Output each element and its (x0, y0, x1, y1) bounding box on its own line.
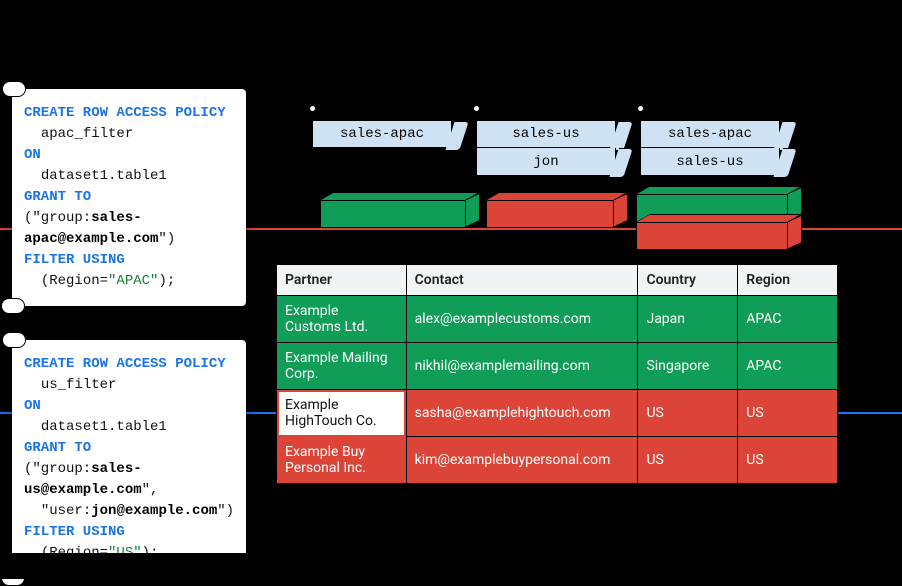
code-line: FILTER USING (24, 250, 236, 271)
flag-group-both: sales-apac sales-us (640, 120, 780, 176)
code-line: apac_filter (24, 124, 236, 145)
code-line: ("group:sales-apac@example.com") (24, 208, 236, 250)
code-line: us_filter (24, 375, 236, 396)
view-slab-us-jon (486, 200, 614, 228)
flag-sales-us: sales-us (476, 120, 616, 148)
flag-sales-us: sales-us (640, 148, 780, 176)
table-row: Example HighTouch Co. sasha@examplehight… (277, 390, 838, 437)
view-slab-apac (320, 200, 466, 228)
flag-group-us-jon: sales-us jon (476, 120, 616, 176)
col-partner: Partner (277, 265, 407, 296)
code-line: dataset1.table1 (24, 417, 236, 438)
code-line: CREATE ROW ACCESS POLICY (24, 103, 236, 124)
code-line: ON (24, 145, 236, 166)
scroll-icon (2, 81, 26, 97)
code-line: FILTER USING (24, 522, 236, 543)
policy-card-us: CREATE ROW ACCESS POLICY us_filter ON da… (12, 340, 246, 578)
code-line: "user:jon@example.com") (24, 501, 236, 522)
col-country: Country (638, 265, 738, 296)
scroll-icon (1, 298, 25, 314)
col-region: Region (738, 265, 838, 296)
col-contact: Contact (406, 265, 638, 296)
code-line: ("group:sales-us@example.com", (24, 459, 236, 501)
policy-card-apac: CREATE ROW ACCESS POLICY apac_filter ON … (12, 89, 246, 306)
code-line: CREATE ROW ACCESS POLICY (24, 354, 236, 375)
flag-sales-apac: sales-apac (640, 120, 780, 148)
filtered-table: Partner Contact Country Region Example C… (276, 264, 838, 484)
bottom-bar (0, 553, 902, 579)
code-line: dataset1.table1 (24, 166, 236, 187)
scroll-icon (2, 332, 26, 348)
table-row: Example Customs Ltd. alex@examplecustoms… (277, 296, 838, 343)
flag-jon: jon (476, 148, 616, 176)
table-header-row: Partner Contact Country Region (277, 265, 838, 296)
code-line: GRANT TO (24, 438, 236, 459)
view-slab-both-us (636, 222, 788, 250)
flag-sales-apac: sales-apac (312, 120, 452, 148)
code-line: ON (24, 396, 236, 417)
code-line: GRANT TO (24, 187, 236, 208)
code-line: (Region="APAC"); (24, 271, 236, 292)
table-row: Example Buy Personal Inc. kim@examplebuy… (277, 437, 838, 484)
highlighted-partner-cell: Example HighTouch Co. (277, 390, 407, 437)
table-row: Example Mailing Corp. nikhil@examplemail… (277, 343, 838, 390)
flag-group-apac: sales-apac (312, 120, 452, 148)
